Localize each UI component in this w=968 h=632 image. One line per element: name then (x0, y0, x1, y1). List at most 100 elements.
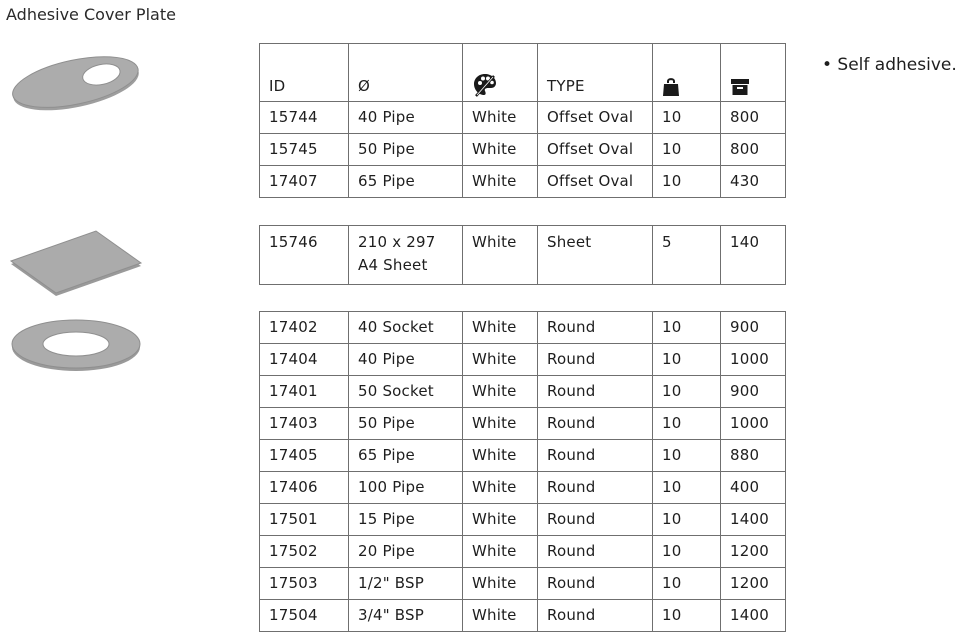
table-row: 15746 210 x 297 A4 Sheet White Sheet 5 14… (259, 225, 786, 285)
table-row: 17504 3/4" BSP White Round 10 1400 (259, 599, 786, 632)
cell-id: 17504 (259, 599, 349, 632)
cell-size: 210 x 297 A4 Sheet (348, 225, 463, 285)
cell-type: Round (537, 599, 653, 632)
header-pack (652, 43, 721, 102)
cell-colour: White (462, 439, 538, 472)
cell-type: Round (537, 343, 653, 376)
header-type: TYPE (537, 43, 653, 102)
cell-pack: 10 (652, 567, 721, 600)
cell-id: 17406 (259, 471, 349, 504)
cell-box: 1400 (720, 503, 786, 536)
cell-colour: White (462, 503, 538, 536)
cell-pack: 10 (652, 343, 721, 376)
cell-pack: 10 (652, 407, 721, 440)
cell-box: 880 (720, 439, 786, 472)
bag-icon (663, 77, 679, 96)
cell-id: 17401 (259, 375, 349, 408)
cell-box: 1000 (720, 343, 786, 376)
cell-colour: White (462, 311, 538, 344)
feature-note: • Self adhesive. (822, 55, 957, 75)
cell-type: Sheet (537, 225, 653, 285)
offset-oval-plate-image (12, 56, 139, 111)
cell-type: Round (537, 535, 653, 568)
header-colour (462, 43, 538, 102)
cell-type: Round (537, 375, 653, 408)
table-row: 17402 40 Socket White Round 10 900 (259, 311, 786, 344)
table-row: 17407 65 Pipe White Offset Oval 10 430 (259, 165, 786, 198)
cell-colour: White (462, 599, 538, 632)
cell-pack: 5 (652, 225, 721, 285)
cell-id: 17403 (259, 407, 349, 440)
cell-id: 15746 (259, 225, 349, 285)
round-table: 17402 40 Socket White Round 10 900 17404 40 Pip… (259, 311, 786, 632)
cell-colour: White (462, 535, 538, 568)
cell-box: 800 (720, 133, 786, 166)
a4-sheet-plate-image (9, 230, 143, 296)
cell-pack: 10 (652, 165, 721, 198)
cell-box: 1400 (720, 599, 786, 632)
cell-box: 900 (720, 375, 786, 408)
table-row: 15744 40 Pipe White Offset Oval 10 800 (259, 101, 786, 134)
cell-size: 40 Socket (348, 311, 463, 344)
table-row: 17501 15 Pipe White Round 10 1400 (259, 503, 786, 536)
cell-size-line2: A4 Sheet (358, 256, 428, 274)
cell-type: Round (537, 567, 653, 600)
cell-type: Round (537, 311, 653, 344)
table-row: 17502 20 Pipe White Round 10 1200 (259, 535, 786, 568)
cell-colour: White (462, 407, 538, 440)
table-row: 17406 100 Pipe White Round 10 400 (259, 471, 786, 504)
cell-pack: 10 (652, 375, 721, 408)
table-row: 17404 40 Pipe White Round 10 1000 (259, 343, 786, 376)
header-box (720, 43, 786, 102)
cell-size: 20 Pipe (348, 535, 463, 568)
cell-colour: White (462, 165, 538, 198)
sheet-table: 15746 210 x 297 A4 Sheet White Sheet 5 14… (259, 225, 786, 285)
cell-pack: 10 (652, 471, 721, 504)
page-title: Adhesive Cover Plate (6, 5, 176, 24)
offset-oval-table: ID Ø TYPE 15744 40 Pipe White Offset Ova… (259, 43, 786, 198)
cell-size: 1/2" BSP (348, 567, 463, 600)
cell-pack: 10 (652, 311, 721, 344)
cell-size: 50 Socket (348, 375, 463, 408)
cell-colour: White (462, 375, 538, 408)
cell-id: 17402 (259, 311, 349, 344)
cell-pack: 10 (652, 101, 721, 134)
table-row: 15745 50 Pipe White Offset Oval 10 800 (259, 133, 786, 166)
cell-id: 17405 (259, 439, 349, 472)
cell-id: 15744 (259, 101, 349, 134)
cell-size: 65 Pipe (348, 165, 463, 198)
header-diameter: Ø (348, 43, 463, 102)
table-header-row: ID Ø TYPE (259, 43, 786, 102)
cell-colour: White (462, 343, 538, 376)
cell-colour: White (462, 101, 538, 134)
table-row: 17405 65 Pipe White Round 10 880 (259, 439, 786, 472)
cell-type: Offset Oval (537, 133, 653, 166)
table-row: 17503 1/2" BSP White Round 10 1200 (259, 567, 786, 600)
table-row: 17403 50 Pipe White Round 10 1000 (259, 407, 786, 440)
cell-size-line1: 210 x 297 (358, 233, 436, 251)
cell-colour: White (462, 471, 538, 504)
cell-box: 400 (720, 471, 786, 504)
cell-pack: 10 (652, 599, 721, 632)
header-id: ID (259, 43, 349, 102)
cell-size: 40 Pipe (348, 343, 463, 376)
cell-box: 1000 (720, 407, 786, 440)
table-row: 17401 50 Socket White Round 10 900 (259, 375, 786, 408)
cell-pack: 10 (652, 439, 721, 472)
cell-size: 65 Pipe (348, 439, 463, 472)
cell-type: Round (537, 471, 653, 504)
cell-id: 17501 (259, 503, 349, 536)
cell-size: 50 Pipe (348, 407, 463, 440)
cell-pack: 10 (652, 133, 721, 166)
cell-id: 17407 (259, 165, 349, 198)
cell-size: 40 Pipe (348, 101, 463, 134)
cell-box: 900 (720, 311, 786, 344)
cell-type: Offset Oval (537, 101, 653, 134)
cell-box: 1200 (720, 567, 786, 600)
cell-size: 3/4" BSP (348, 599, 463, 632)
cell-box: 1200 (720, 535, 786, 568)
cell-size: 15 Pipe (348, 503, 463, 536)
cell-box: 140 (720, 225, 786, 285)
cell-size: 100 Pipe (348, 471, 463, 504)
cell-id: 17502 (259, 535, 349, 568)
